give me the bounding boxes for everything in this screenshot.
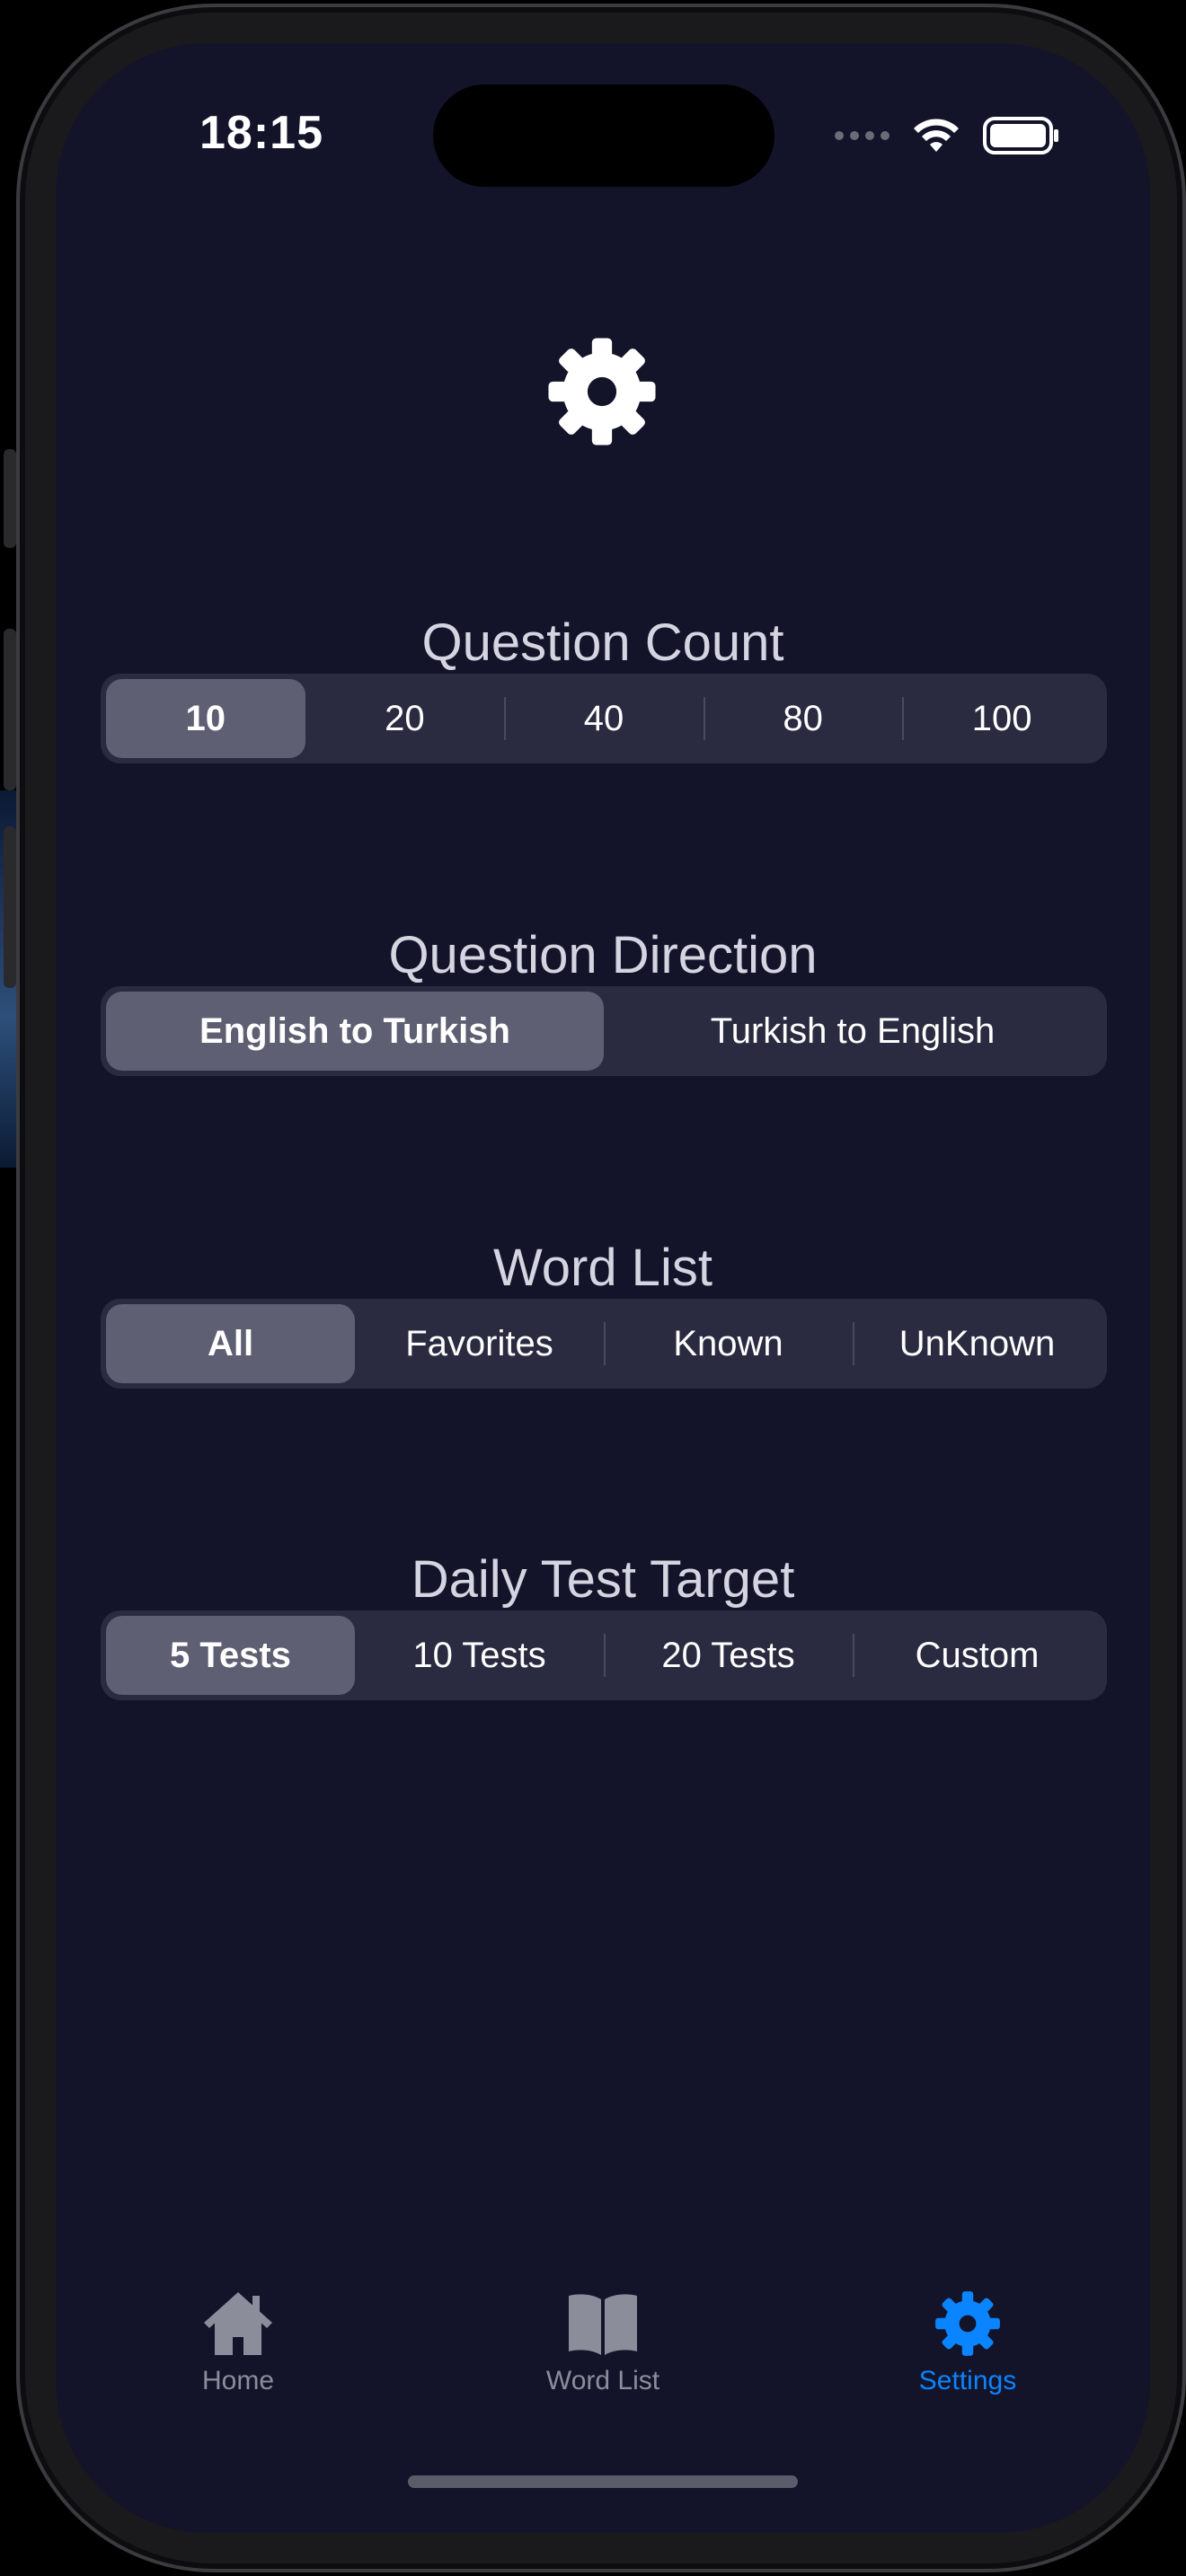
status-time: 18:15 [199,107,323,159]
question-direction-control: English to Turkish Turkish to English [101,986,1107,1076]
question-count-option-100[interactable]: 100 [902,679,1102,758]
house-icon [204,2292,272,2355]
volume-up-button [4,629,16,790]
volume-down-button [4,826,16,988]
word-list-option-favorites[interactable]: Favorites [355,1304,604,1383]
question-count-option-10[interactable]: 10 [106,679,305,758]
word-list-control: All Favorites Known UnKnown [101,1299,1107,1389]
question-count-option-80[interactable]: 80 [703,679,903,758]
direction-option-english-to-turkish[interactable]: English to Turkish [106,992,604,1071]
daily-target-option-5[interactable]: 5 Tests [106,1616,355,1695]
daily-target-option-custom[interactable]: Custom [853,1616,1102,1695]
screen: 18:15 Question Count 10 20 40 80 100 Que… [56,43,1150,2533]
gear-icon [935,2291,1000,2356]
book-icon [569,2294,637,2355]
word-list-option-unknown[interactable]: UnKnown [853,1304,1102,1383]
question-count-option-40[interactable]: 40 [504,679,704,758]
word-list-title: Word List [493,1239,712,1297]
word-list-option-known[interactable]: Known [604,1304,853,1383]
tab-home-label: Home [201,2366,275,2395]
word-list-option-all[interactable]: All [106,1304,355,1383]
home-indicator [408,2475,798,2488]
cellular-signal-icon [835,131,890,140]
tab-home[interactable]: Home [56,2289,420,2432]
daily-test-target-control: 5 Tests 10 Tests 20 Tests Custom [101,1610,1107,1700]
action-button [4,449,16,548]
dynamic-island [433,84,774,187]
gear-icon [548,338,656,446]
question-count-title: Question Count [421,613,784,672]
tab-settings[interactable]: Settings [785,2289,1150,2432]
question-direction-title: Question Direction [388,926,818,984]
direction-option-turkish-to-english[interactable]: Turkish to English [604,992,1102,1071]
tab-word-list-label: Word List [545,2366,660,2395]
daily-target-option-20[interactable]: 20 Tests [604,1616,853,1695]
status-indicators [835,117,1060,154]
battery-icon [983,117,1058,154]
daily-test-target-title: Daily Test Target [411,1550,795,1609]
wifi-icon [914,119,959,152]
daily-target-option-10[interactable]: 10 Tests [355,1616,604,1695]
question-count-control: 10 20 40 80 100 [101,674,1107,763]
tab-bar: Home Word List Settings [56,2289,1150,2432]
tab-settings-label: Settings [918,2366,1017,2395]
question-count-option-20[interactable]: 20 [305,679,505,758]
tab-word-list[interactable]: Word List [420,2289,785,2432]
